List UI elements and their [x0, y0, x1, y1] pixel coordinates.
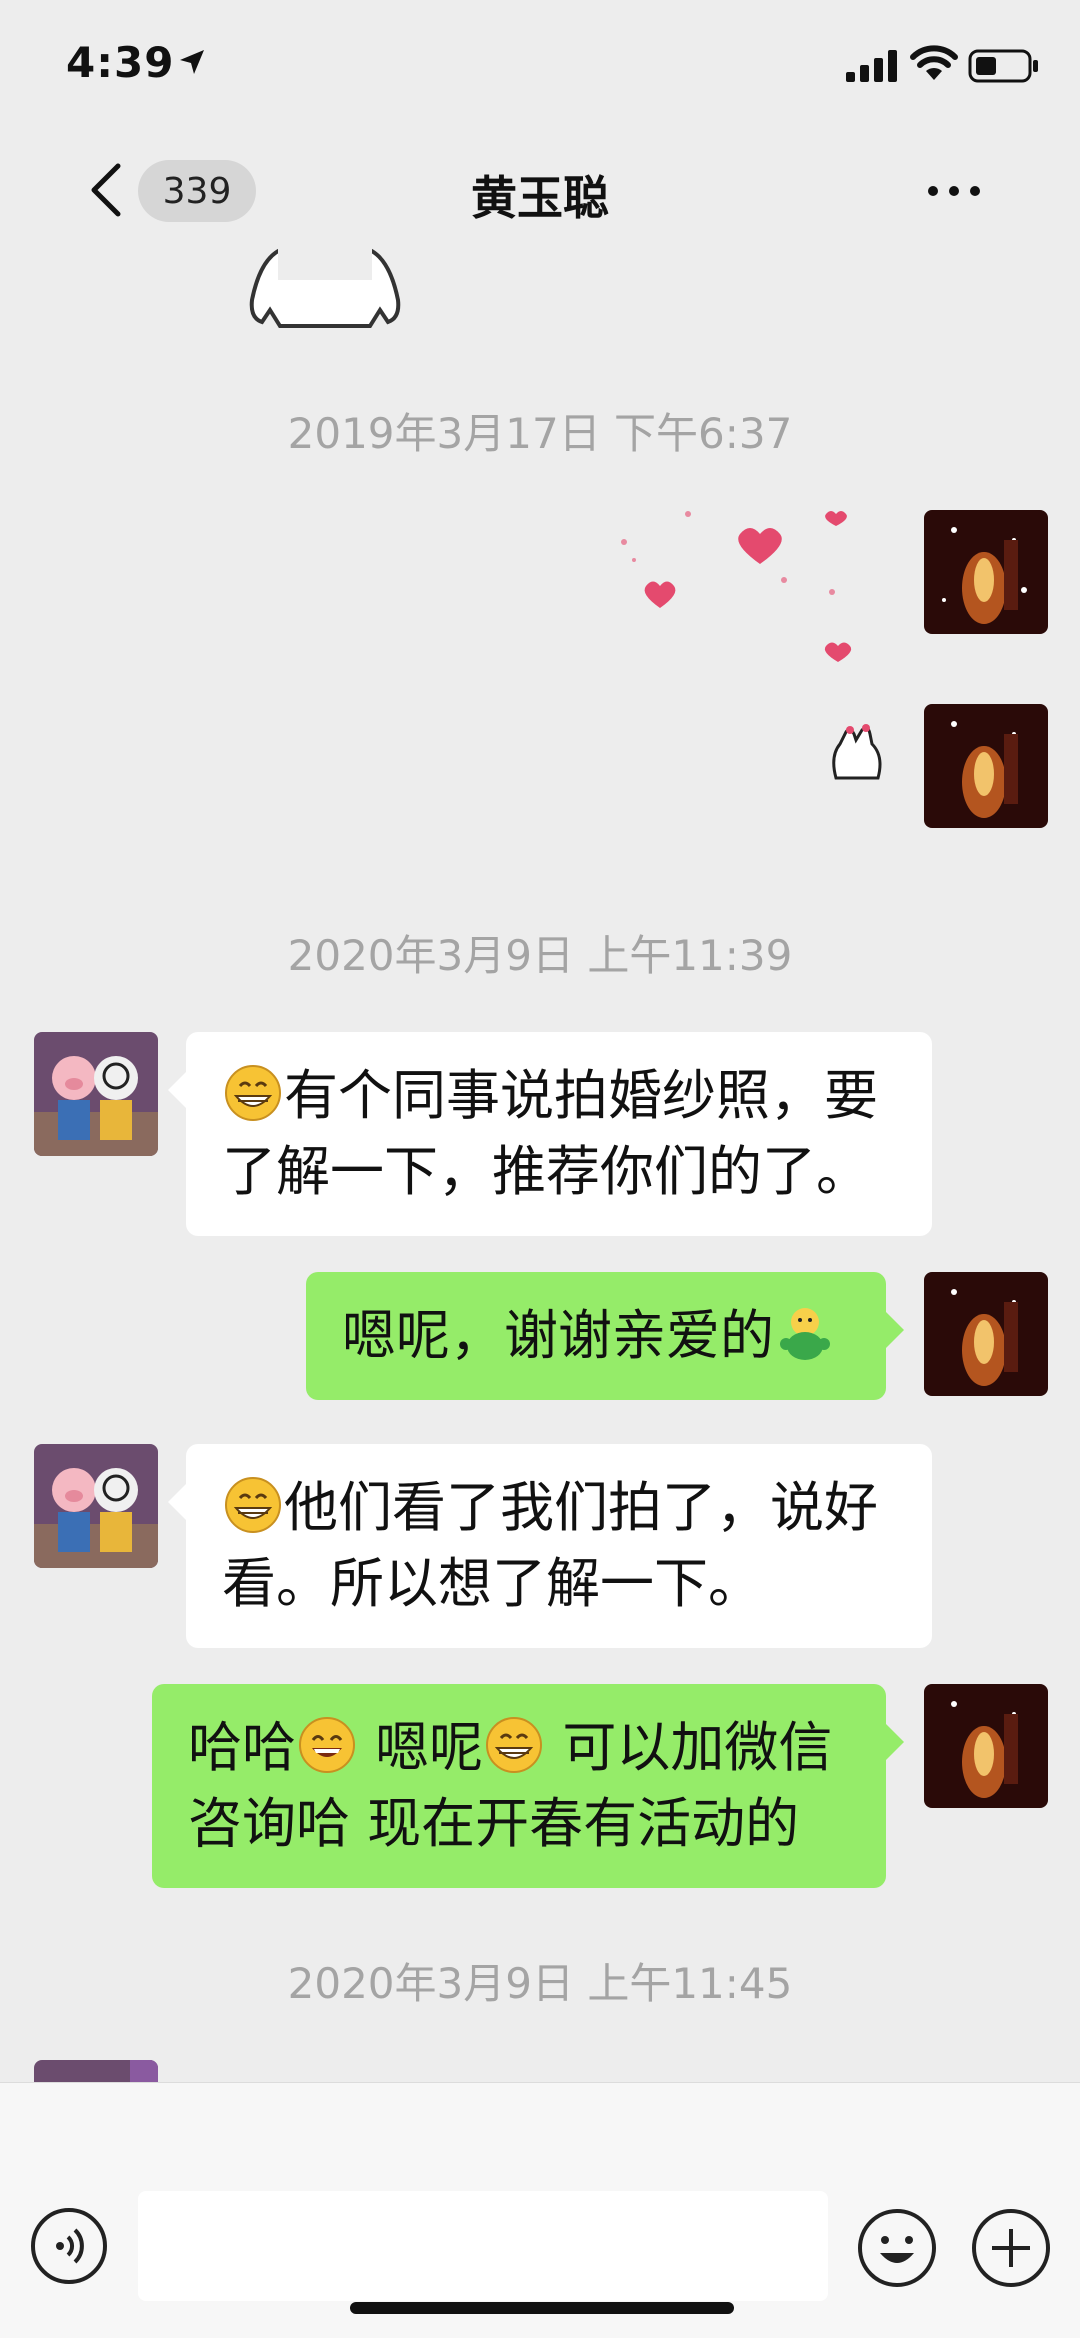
more-dot-icon — [949, 186, 959, 196]
location-arrow-icon — [180, 50, 204, 74]
message-text: 了解一下，推荐你们的了。 — [222, 1140, 870, 1203]
more-dot-icon — [928, 186, 938, 196]
cellular-signal-icon — [846, 50, 897, 82]
status-bar: 4:39 — [0, 0, 1080, 130]
message-text: 可以加微信 — [562, 1716, 833, 1779]
message-bubble-outgoing[interactable]: 哈哈 嗯呢 可以加微信 咨询哈 现在开春有活动的 — [152, 1684, 904, 1888]
message-text: 看。所以想了解一下。 — [222, 1552, 762, 1615]
message-timestamp: 2019年3月17日 下午6:37 — [287, 409, 793, 458]
voice-input-icon[interactable] — [30, 2207, 108, 2285]
avatar-image — [924, 1272, 1048, 1396]
my-avatar[interactable] — [924, 1272, 1048, 1396]
message-timestamp: 2020年3月9日 上午11:39 — [287, 931, 793, 980]
hearts-sticker[interactable] — [600, 500, 880, 670]
avatar-image — [924, 510, 1048, 634]
message-text: 咨询哈 现在开春有活动的 — [188, 1792, 800, 1855]
status-time: 4:39 — [66, 38, 175, 87]
more-options-button[interactable] — [924, 170, 984, 210]
message-line: 哈哈 嗯呢 可以加微信 — [188, 1710, 850, 1786]
grin-emoji-icon — [225, 1065, 281, 1121]
green-figure-emoji-icon — [780, 1308, 830, 1360]
sticker-partial[interactable] — [240, 240, 410, 330]
message-text: 嗯呢 — [375, 1716, 484, 1779]
message-text: 嗯呢，谢谢亲爱的 — [342, 1304, 774, 1367]
avatar-image — [34, 2060, 158, 2082]
message-bubble-incoming[interactable]: 他们看了我们拍了，说好 看。所以想了解一下。 — [168, 1444, 932, 1648]
message-text: 哈哈 — [188, 1716, 296, 1779]
wifi-icon — [910, 45, 958, 80]
bunny-sticker[interactable] — [826, 720, 888, 782]
avatar-image — [924, 1684, 1048, 1808]
message-input[interactable] — [138, 2191, 828, 2301]
emoji-picker-icon[interactable] — [856, 2207, 938, 2289]
grin-emoji-icon — [486, 1717, 543, 1773]
contact-avatar-partial[interactable] — [34, 2060, 158, 2082]
message-line: 他们看了我们拍了，说好 — [222, 1470, 896, 1546]
my-avatar[interactable] — [924, 510, 1048, 634]
home-indicator — [350, 2302, 734, 2314]
laugh-emoji-icon — [299, 1717, 355, 1773]
more-actions-plus-icon[interactable] — [970, 2207, 1052, 2289]
avatar-image — [34, 1032, 158, 1156]
contact-avatar[interactable] — [34, 1032, 158, 1156]
message-line: 有个同事说拍婚纱照，要 — [222, 1058, 896, 1134]
message-bubble-outgoing[interactable]: 嗯呢，谢谢亲爱的 — [306, 1272, 904, 1400]
message-bubble-incoming[interactable]: 有个同事说拍婚纱照，要 了解一下，推荐你们的了。 — [168, 1032, 932, 1236]
message-timestamp: 2020年3月9日 上午11:45 — [287, 1959, 793, 2008]
chat-title: 黄玉聪 — [471, 171, 609, 225]
battery-icon — [968, 49, 1038, 83]
message-text: 有个同事说拍婚纱照，要 — [284, 1064, 878, 1127]
grin-emoji-icon — [225, 1477, 281, 1533]
avatar-image — [924, 704, 1048, 828]
avatar-image — [34, 1444, 158, 1568]
contact-avatar[interactable] — [34, 1444, 158, 1568]
my-avatar[interactable] — [924, 704, 1048, 828]
message-text: 他们看了我们拍了，说好 — [284, 1476, 878, 1539]
chat-input-bar — [0, 2082, 1080, 2338]
message-line: 嗯呢，谢谢亲爱的 — [342, 1298, 850, 1374]
my-avatar[interactable] — [924, 1684, 1048, 1808]
more-dot-icon — [970, 186, 980, 196]
